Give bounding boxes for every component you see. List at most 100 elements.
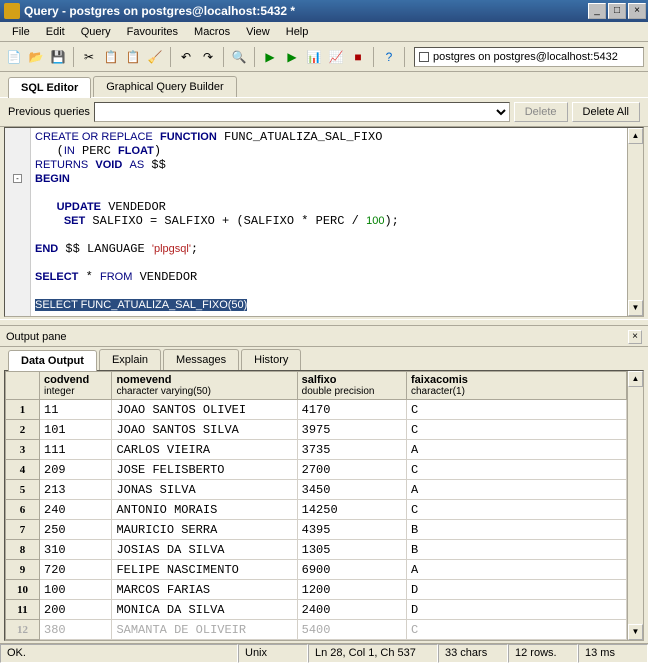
cell[interactable]: C <box>407 620 627 640</box>
cell[interactable]: MARCOS FARIAS <box>112 580 297 600</box>
cell[interactable]: JOSIAS DA SILVA <box>112 540 297 560</box>
explain-analyze-icon[interactable]: 📈 <box>326 47 346 67</box>
scroll-track[interactable] <box>628 144 643 300</box>
cell[interactable]: C <box>407 420 627 440</box>
cell[interactable]: C <box>407 400 627 420</box>
col-header-codvend[interactable]: codvendinteger <box>40 372 112 400</box>
help-icon[interactable]: ? <box>379 47 399 67</box>
cell[interactable]: 2700 <box>297 460 406 480</box>
corner-cell[interactable] <box>6 372 40 400</box>
cell[interactable]: 3975 <box>297 420 406 440</box>
new-icon[interactable]: 📄 <box>4 47 24 67</box>
close-button[interactable]: × <box>628 3 646 19</box>
delete-all-button[interactable]: Delete All <box>572 102 640 122</box>
table-row[interactable]: 9720FELIPE NASCIMENTO6900A <box>6 560 627 580</box>
clear-icon[interactable]: 🧹 <box>145 47 165 67</box>
cell[interactable]: FELIPE NASCIMENTO <box>112 560 297 580</box>
table-row[interactable]: 6240ANTONIO MORAIS14250C <box>6 500 627 520</box>
cell[interactable]: D <box>407 600 627 620</box>
cell[interactable]: 380 <box>40 620 112 640</box>
row-number[interactable]: 5 <box>6 480 40 500</box>
execute-icon[interactable]: ▶ <box>260 47 280 67</box>
cell[interactable]: 14250 <box>297 500 406 520</box>
cell[interactable]: C <box>407 500 627 520</box>
cell[interactable]: MONICA DA SILVA <box>112 600 297 620</box>
cell[interactable]: 1305 <box>297 540 406 560</box>
table-row[interactable]: 11200MONICA DA SILVA2400D <box>6 600 627 620</box>
cell[interactable]: CARLOS VIEIRA <box>112 440 297 460</box>
table-row[interactable]: 12380SAMANTA DE OLIVEIR5400C <box>6 620 627 640</box>
cell[interactable]: SAMANTA DE OLIVEIR <box>112 620 297 640</box>
explain-icon[interactable]: 📊 <box>304 47 324 67</box>
row-number[interactable]: 11 <box>6 600 40 620</box>
table-row[interactable]: 2101JOAO SANTOS SILVA3975C <box>6 420 627 440</box>
cell[interactable]: 3735 <box>297 440 406 460</box>
cell[interactable]: A <box>407 560 627 580</box>
database-selector[interactable]: postgres on postgres@localhost:5432 <box>414 47 644 67</box>
menu-help[interactable]: Help <box>278 24 317 40</box>
col-header-faixacomis[interactable]: faixacomischaracter(1) <box>407 372 627 400</box>
cell[interactable]: 250 <box>40 520 112 540</box>
menu-edit[interactable]: Edit <box>38 24 73 40</box>
execute-file-icon[interactable]: ▶ <box>282 47 302 67</box>
redo-icon[interactable]: ↷ <box>198 47 218 67</box>
table-row[interactable]: 7250MAURICIO SERRA4395B <box>6 520 627 540</box>
scroll-track[interactable] <box>628 387 643 624</box>
menu-favourites[interactable]: Favourites <box>119 24 186 40</box>
row-number[interactable]: 7 <box>6 520 40 540</box>
col-header-salfixo[interactable]: salfixodouble precision <box>297 372 406 400</box>
cell[interactable]: 4395 <box>297 520 406 540</box>
data-output-grid[interactable]: codvendinteger nomevendcharacter varying… <box>5 371 627 640</box>
sql-editor[interactable]: - CREATE OR REPLACE FUNCTION FUNC_ATUALI… <box>4 127 644 317</box>
tab-graphical-query-builder[interactable]: Graphical Query Builder <box>93 76 236 97</box>
cell[interactable]: 5400 <box>297 620 406 640</box>
find-icon[interactable]: 🔍 <box>229 47 249 67</box>
row-number[interactable]: 1 <box>6 400 40 420</box>
row-number[interactable]: 12 <box>6 620 40 640</box>
table-row[interactable]: 4209JOSE FELISBERTO2700C <box>6 460 627 480</box>
cell[interactable]: 100 <box>40 580 112 600</box>
editor-scrollbar[interactable]: ▲ ▼ <box>627 128 643 316</box>
paste-icon[interactable]: 📋 <box>123 47 143 67</box>
cell[interactable]: 101 <box>40 420 112 440</box>
tab-sql-editor[interactable]: SQL Editor <box>8 77 91 98</box>
table-row[interactable]: 5213JONAS SILVA3450A <box>6 480 627 500</box>
cell[interactable]: MAURICIO SERRA <box>112 520 297 540</box>
cell[interactable]: 2400 <box>297 600 406 620</box>
output-pane-close-icon[interactable]: × <box>628 330 642 344</box>
cut-icon[interactable]: ✂ <box>79 47 99 67</box>
cell[interactable]: 111 <box>40 440 112 460</box>
previous-queries-select[interactable] <box>94 102 510 122</box>
cell[interactable]: 200 <box>40 600 112 620</box>
cell[interactable]: JOSE FELISBERTO <box>112 460 297 480</box>
delete-button[interactable]: Delete <box>514 102 568 122</box>
row-number[interactable]: 4 <box>6 460 40 480</box>
tab-history[interactable]: History <box>241 349 301 370</box>
row-number[interactable]: 10 <box>6 580 40 600</box>
scroll-up-icon[interactable]: ▲ <box>628 128 643 144</box>
open-icon[interactable]: 📂 <box>26 47 46 67</box>
maximize-button[interactable]: □ <box>608 3 626 19</box>
cell[interactable]: 4170 <box>297 400 406 420</box>
tab-explain[interactable]: Explain <box>99 349 161 370</box>
table-row[interactable]: 111JOAO SANTOS OLIVEI4170C <box>6 400 627 420</box>
row-number[interactable]: 8 <box>6 540 40 560</box>
cell[interactable]: 209 <box>40 460 112 480</box>
cell[interactable]: JOAO SANTOS OLIVEI <box>112 400 297 420</box>
menu-macros[interactable]: Macros <box>186 24 238 40</box>
grid-scrollbar[interactable]: ▲ ▼ <box>627 371 643 640</box>
table-row[interactable]: 10100MARCOS FARIAS1200D <box>6 580 627 600</box>
row-number[interactable]: 6 <box>6 500 40 520</box>
sql-code-area[interactable]: CREATE OR REPLACE FUNCTION FUNC_ATUALIZA… <box>31 128 627 316</box>
splitter[interactable] <box>0 319 648 326</box>
menu-file[interactable]: File <box>4 24 38 40</box>
table-row[interactable]: 8310JOSIAS DA SILVA1305B <box>6 540 627 560</box>
cell[interactable]: 11 <box>40 400 112 420</box>
fold-icon[interactable]: - <box>13 174 22 183</box>
table-row[interactable]: 3111CARLOS VIEIRA3735A <box>6 440 627 460</box>
cell[interactable]: D <box>407 580 627 600</box>
undo-icon[interactable]: ↶ <box>176 47 196 67</box>
tab-data-output[interactable]: Data Output <box>8 350 97 371</box>
cell[interactable]: 310 <box>40 540 112 560</box>
minimize-button[interactable]: _ <box>588 3 606 19</box>
